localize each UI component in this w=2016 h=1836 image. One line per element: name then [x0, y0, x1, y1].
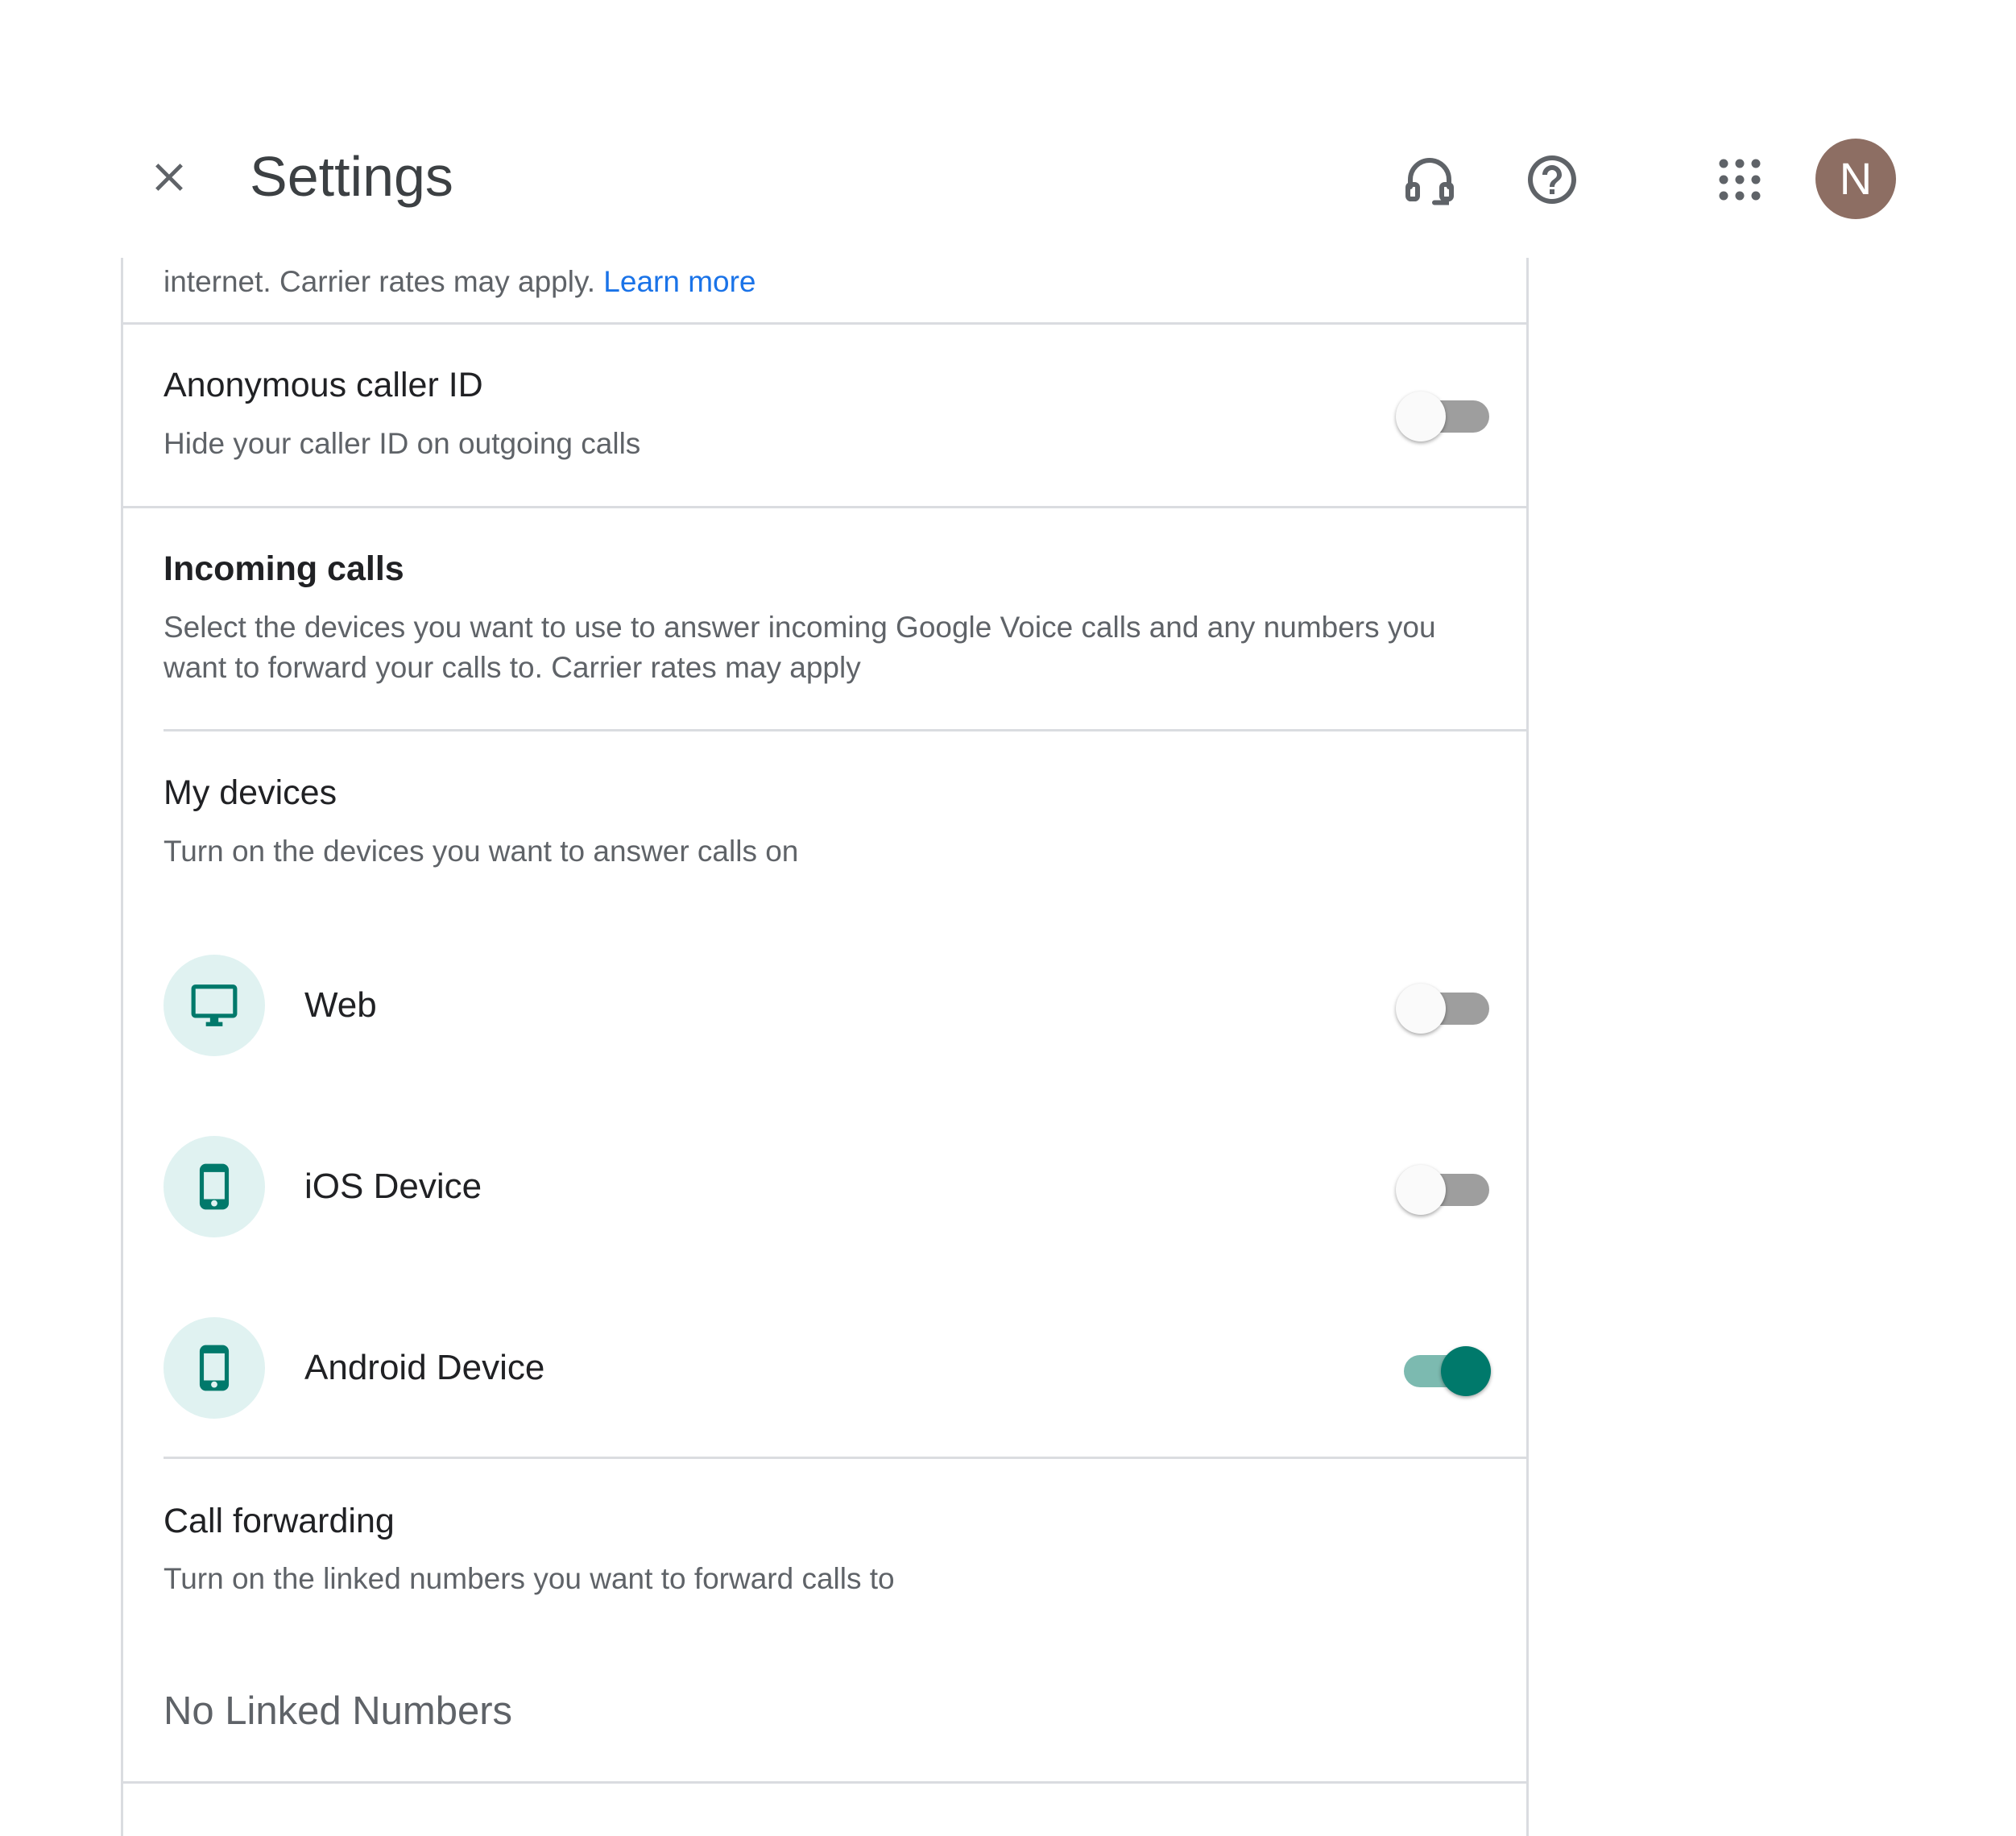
- carrier-rates-text: internet. Carrier rates may apply.: [164, 265, 596, 298]
- divider: [164, 1457, 1526, 1459]
- settings-panel: internet. Carrier rates may apply. Learn…: [121, 258, 1529, 1836]
- anonymous-caller-id-subtitle: Hide your caller ID on outgoing calls: [164, 427, 641, 460]
- learn-more-link[interactable]: Learn more: [603, 265, 755, 298]
- toggle-thumb: [1441, 1346, 1491, 1396]
- no-linked-numbers-text: No Linked Numbers: [164, 1689, 513, 1733]
- help-circle-icon: [1528, 155, 1576, 204]
- call-forwarding-subtitle: Turn on the linked numbers you want to f…: [164, 1562, 895, 1595]
- divider: [123, 506, 1526, 508]
- apps-grid-icon: [1719, 159, 1761, 201]
- settings-page: internet. Carrier rates may apply. Learn…: [0, 0, 2016, 1836]
- incoming-calls-heading: Incoming calls: [164, 549, 404, 588]
- support-button[interactable]: [1393, 143, 1466, 216]
- page-title: Settings: [250, 145, 453, 208]
- device-label-android: Android Device: [304, 1348, 545, 1387]
- incoming-calls-description: Select the devices you want to use to an…: [164, 611, 1436, 684]
- web-device-toggle[interactable]: [1396, 977, 1492, 1034]
- monitor-icon: [164, 955, 265, 1056]
- toggle-thumb: [1396, 1165, 1446, 1215]
- call-forwarding-title: Call forwarding: [164, 1502, 395, 1540]
- device-label-ios: iOS Device: [304, 1167, 482, 1206]
- settings-header: Settings N: [0, 0, 2016, 258]
- device-label-web: Web: [304, 985, 377, 1025]
- help-button[interactable]: [1516, 143, 1588, 216]
- toggle-thumb: [1396, 392, 1446, 441]
- apps-button[interactable]: [1703, 143, 1776, 216]
- smartphone-icon: [164, 1317, 265, 1419]
- carrier-rates-note: internet. Carrier rates may apply. Learn…: [164, 263, 756, 301]
- close-button[interactable]: [135, 143, 203, 211]
- close-icon: [155, 164, 183, 191]
- divider: [164, 729, 1526, 731]
- android-device-toggle[interactable]: [1396, 1340, 1492, 1396]
- ios-device-toggle[interactable]: [1396, 1158, 1492, 1215]
- headset-icon: [1405, 158, 1454, 205]
- my-devices-title: My devices: [164, 773, 337, 812]
- anonymous-caller-id-title: Anonymous caller ID: [164, 366, 483, 404]
- toggle-thumb: [1396, 984, 1446, 1034]
- avatar[interactable]: N: [1815, 139, 1896, 219]
- smartphone-icon: [164, 1136, 265, 1237]
- divider: [123, 322, 1526, 325]
- my-devices-subtitle: Turn on the devices you want to answer c…: [164, 835, 799, 868]
- anonymous-caller-id-toggle[interactable]: [1396, 385, 1492, 441]
- divider: [123, 1781, 1526, 1784]
